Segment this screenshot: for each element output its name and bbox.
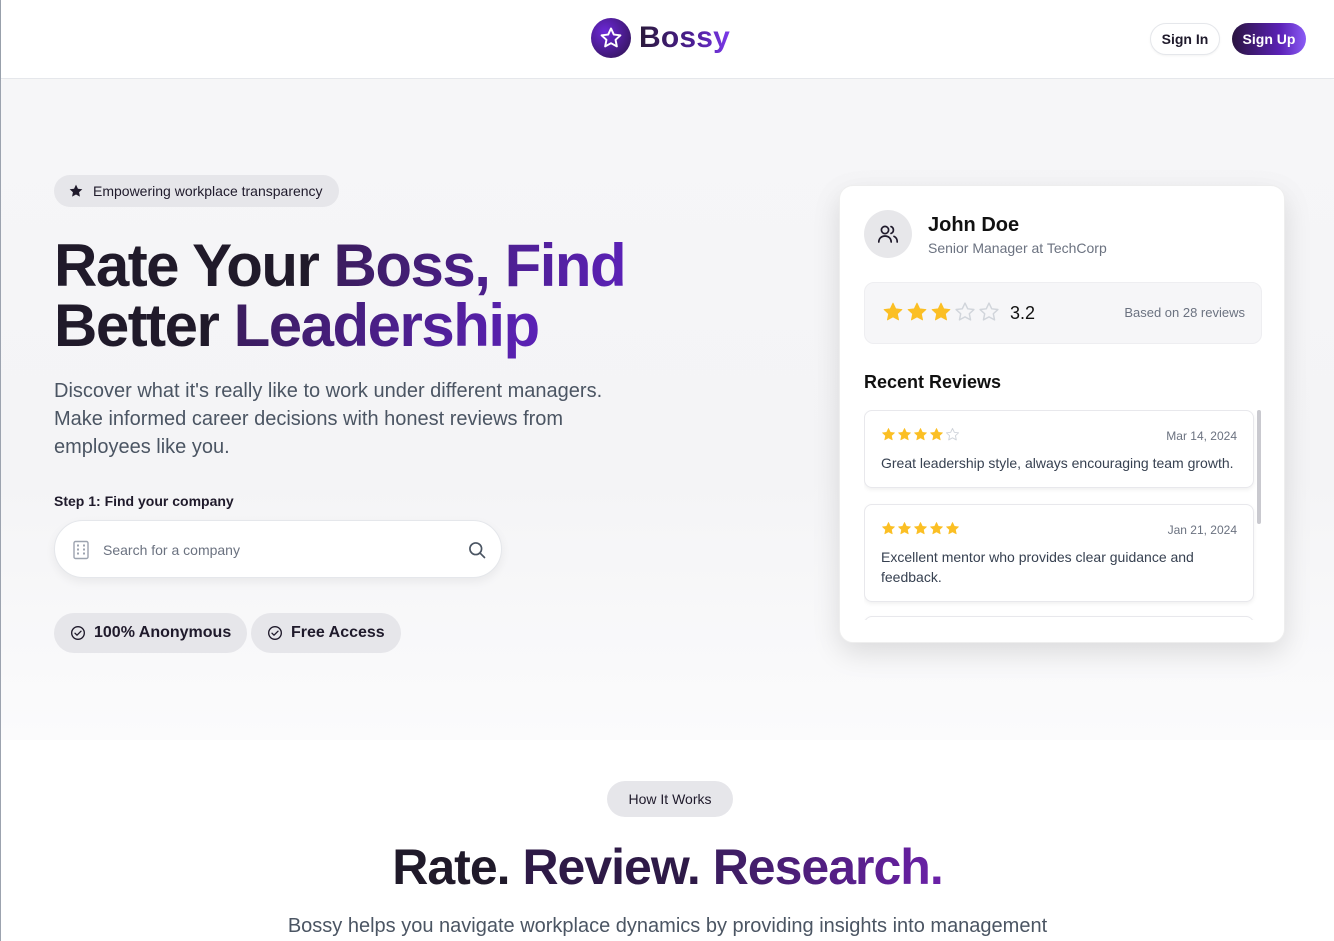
star-filled-icon bbox=[907, 302, 927, 321]
reviews-scrollbar[interactable] bbox=[1257, 410, 1261, 524]
top-navbar: Bossy Sign In Sign Up bbox=[1, 0, 1334, 79]
star-logo-icon bbox=[591, 18, 631, 58]
star-empty-icon bbox=[979, 302, 999, 321]
rating-stars bbox=[882, 301, 1000, 323]
review-text: Excellent mentor who provides clear guid… bbox=[881, 549, 1194, 585]
company-search-input[interactable] bbox=[103, 538, 443, 562]
how-it-works-description: Bossy helps you navigate workplace dynam… bbox=[287, 915, 1048, 937]
review-item: Jan 21, 2024 Excellent mentor who provid… bbox=[864, 504, 1254, 602]
title-word-review: Review. bbox=[522, 839, 713, 895]
star-filled-icon bbox=[914, 522, 927, 535]
free-access-badge: Free Access bbox=[251, 613, 401, 653]
recent-reviews-title: Recent Reviews bbox=[864, 372, 1002, 392]
title-word-research: Research. bbox=[712, 839, 944, 895]
brand-logo[interactable]: Bossy bbox=[591, 18, 730, 58]
how-it-works-pill: How It Works bbox=[607, 781, 733, 817]
star-filled-icon bbox=[946, 522, 959, 535]
star-filled-icon bbox=[882, 522, 895, 535]
star-empty-icon bbox=[945, 427, 960, 441]
headline-part-1: Rate Your bbox=[54, 232, 334, 299]
rating-summary: 3.2 Based on 28 reviews bbox=[864, 282, 1262, 344]
star-empty-icon bbox=[955, 302, 975, 321]
manager-name: John Doe bbox=[928, 214, 1020, 236]
star-icon bbox=[69, 184, 83, 197]
hero-headline: Rate Your Boss, Find Better Leadership bbox=[54, 236, 674, 356]
rating-count: Based on 28 reviews bbox=[1124, 305, 1245, 320]
review-item bbox=[864, 616, 1254, 620]
review-stars bbox=[881, 427, 960, 442]
hero-description: Discover what it's really like to work u… bbox=[54, 380, 603, 458]
star-filled-icon bbox=[898, 428, 911, 441]
check-circle-icon bbox=[71, 626, 85, 640]
review-date: Mar 14, 2024 bbox=[1166, 429, 1237, 443]
badge-label: 100% Anonymous bbox=[94, 624, 232, 641]
check-circle-icon bbox=[268, 626, 282, 640]
review-stars bbox=[881, 521, 960, 536]
star-filled-icon bbox=[930, 522, 943, 535]
step-label: Step 1: Find your company bbox=[54, 493, 234, 509]
review-item: Mar 14, 2024 Great leadership style, alw… bbox=[864, 410, 1254, 488]
review-date: Jan 21, 2024 bbox=[1167, 523, 1237, 537]
anonymous-badge: 100% Anonymous bbox=[54, 613, 248, 653]
brand-name: Bossy bbox=[639, 21, 731, 54]
avatar bbox=[864, 210, 912, 258]
star-filled-icon bbox=[914, 428, 927, 441]
tagline-pill: Empowering workplace transparency bbox=[54, 175, 339, 207]
sign-in-button[interactable]: Sign In bbox=[1150, 23, 1220, 55]
title-word-rate: Rate. bbox=[392, 839, 523, 895]
review-text: Great leadership style, always encouragi… bbox=[881, 455, 1234, 471]
star-filled-icon bbox=[882, 428, 895, 441]
company-search[interactable] bbox=[54, 520, 502, 578]
manager-preview-card: John Doe Senior Manager at TechCorp 3.2 … bbox=[839, 185, 1285, 643]
headline-part-2: Boss, Find bbox=[333, 232, 627, 299]
search-icon[interactable] bbox=[467, 540, 487, 560]
how-it-works-title: Rate. Review. Research. bbox=[1, 838, 1334, 896]
manager-role: Senior Manager at TechCorp bbox=[928, 240, 1107, 256]
hero-section: Empowering workplace transparency Rate Y… bbox=[1, 80, 1334, 740]
rating-value: 3.2 bbox=[1010, 303, 1036, 323]
star-filled-icon bbox=[931, 302, 951, 321]
headline-part-4: Leadership bbox=[233, 292, 541, 359]
sign-up-button[interactable]: Sign Up bbox=[1232, 23, 1306, 55]
headline-part-3: Better bbox=[54, 292, 234, 359]
building-icon bbox=[73, 540, 89, 560]
badge-label: Free Access bbox=[291, 624, 385, 641]
reviews-list[interactable]: Mar 14, 2024 Great leadership style, alw… bbox=[864, 410, 1262, 620]
star-filled-icon bbox=[883, 302, 903, 321]
users-icon bbox=[877, 225, 899, 243]
star-filled-icon bbox=[930, 428, 943, 441]
tagline-text: Empowering workplace transparency bbox=[93, 183, 323, 199]
star-filled-icon bbox=[898, 522, 911, 535]
